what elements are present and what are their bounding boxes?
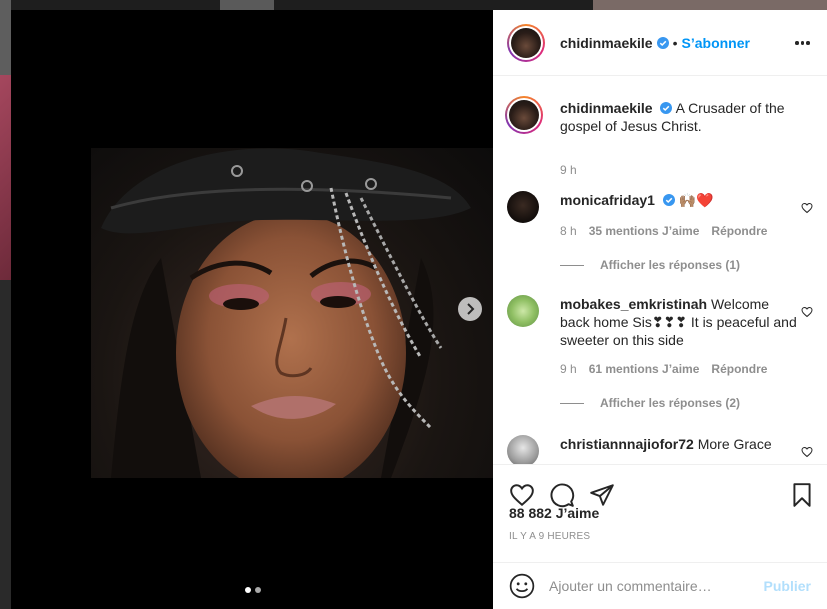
caption-meta: 9 h — [560, 163, 577, 177]
comment-username[interactable]: christiannnajiofor72 — [560, 436, 694, 452]
verified-badge-icon — [662, 194, 675, 206]
post-photo — [91, 148, 493, 478]
comment-text: mobakes_emkristinah Welcome back home Si… — [560, 295, 800, 349]
carousel-next-button[interactable] — [458, 297, 482, 321]
reply-button[interactable]: Répondre — [711, 362, 767, 376]
view-replies-button[interactable]: Afficher les réponses (2) — [560, 396, 740, 410]
likes-count[interactable]: 88 882 J’aime — [509, 505, 599, 521]
view-replies-label[interactable]: Afficher les réponses (2) — [600, 396, 740, 410]
add-comment-bar: Publier — [493, 562, 827, 609]
comment-like-heart-icon[interactable] — [801, 306, 813, 318]
post-header: chidinmaekile • S’abonner — [493, 10, 827, 76]
carousel-dot-active — [245, 587, 251, 593]
comment-input[interactable] — [549, 578, 764, 594]
comment-text: christiannnajiofor72 More Grace — [560, 435, 800, 453]
comment-meta: 8 h 35 mentions J’aime Répondre — [560, 224, 767, 238]
commenter-avatar[interactable] — [507, 435, 539, 464]
carousel-dot — [255, 587, 261, 593]
verified-badge-icon — [656, 36, 669, 49]
comment-like-heart-icon[interactable] — [801, 446, 813, 458]
post-media — [11, 10, 493, 609]
author-avatar[interactable] — [505, 96, 543, 134]
background-thumbnail — [0, 0, 11, 75]
comment-likes-count[interactable]: 61 mentions J’aime — [589, 362, 700, 376]
author-username[interactable]: chidinmaekile — [560, 35, 653, 51]
caption-username[interactable]: chidinmaekile — [560, 100, 653, 116]
comment-username[interactable]: monicafriday1 — [560, 192, 655, 208]
post-timestamp[interactable]: IL Y A 9 HEURES — [509, 531, 590, 542]
background-thumbnail — [593, 0, 827, 10]
comment-body: 🙌🏽❤️ — [678, 192, 714, 208]
carousel-indicator — [245, 587, 261, 593]
background-thumbnail — [220, 0, 274, 10]
author-avatar[interactable] — [507, 23, 545, 62]
portrait-illustration — [101, 148, 471, 478]
bookmark-icon[interactable] — [789, 482, 815, 508]
comment-text: monicafriday1 🙌🏽❤️ — [560, 191, 800, 209]
comment-time: 9 h — [560, 362, 577, 376]
view-replies-button[interactable]: Afficher les réponses (1) — [560, 258, 740, 272]
comments-list[interactable]: chidinmaekile A Crusader of the gospel o… — [493, 77, 827, 464]
comment-likes-count[interactable]: 35 mentions J’aime — [589, 224, 700, 238]
chevron-right-icon — [467, 303, 475, 315]
header-separator: • — [672, 34, 678, 51]
emoji-icon[interactable] — [509, 573, 535, 599]
background-thumbnail — [0, 75, 11, 280]
background-thumbnail — [0, 280, 11, 609]
comment-body: More Grace — [697, 436, 772, 452]
commenter-avatar[interactable] — [507, 191, 539, 223]
subscribe-button[interactable]: S’abonner — [682, 35, 750, 51]
verified-badge-icon — [660, 102, 673, 114]
caption-text: chidinmaekile A Crusader of the gospel o… — [560, 99, 800, 135]
replies-divider — [560, 402, 584, 404]
comment-like-heart-icon[interactable] — [801, 202, 813, 214]
reply-button[interactable]: Répondre — [711, 224, 767, 238]
publish-button[interactable]: Publier — [764, 578, 811, 594]
view-replies-label[interactable]: Afficher les réponses (1) — [600, 258, 740, 272]
post-side-panel: chidinmaekile • S’abonner chidinmaekile … — [493, 10, 827, 609]
comment-meta: 9 h 61 mentions J’aime Répondre — [560, 362, 767, 376]
replies-divider — [560, 264, 584, 266]
comment-username[interactable]: mobakes_emkristinah — [560, 296, 707, 312]
caption-time: 9 h — [560, 163, 577, 177]
more-options-icon[interactable] — [795, 35, 811, 51]
commenter-avatar[interactable] — [507, 295, 539, 327]
comment-time: 8 h — [560, 224, 577, 238]
